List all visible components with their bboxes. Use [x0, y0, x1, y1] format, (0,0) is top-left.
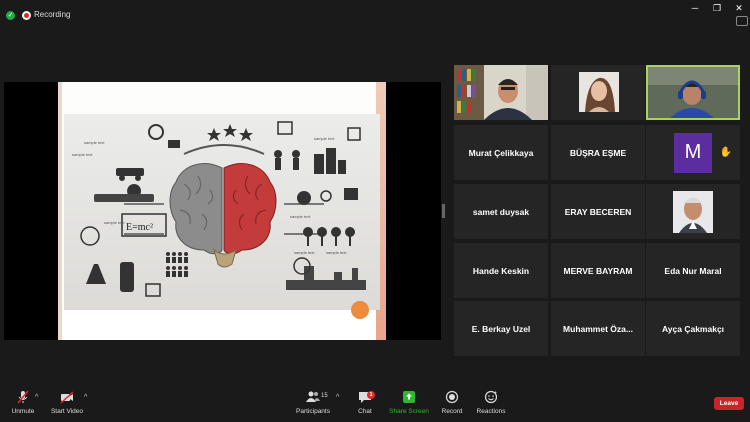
brain-infographic-graphic: E=mc² sample text sample text sample tex… [72, 121, 366, 297]
participant-tile-merve[interactable]: MERVE BAYRAM [551, 243, 645, 298]
participant-tile-hande[interactable]: Hande Keskin [454, 243, 548, 298]
leave-button[interactable]: Leave [714, 397, 744, 410]
participant-tile-berkay[interactable]: E. Berkay Uzel [454, 301, 548, 356]
zoom-meeting-window: ✓ Recording ─ ❐ ✕ E=mc² sample text samp… [0, 0, 750, 422]
record-label: Record [441, 408, 463, 415]
maximize-icon[interactable]: ❐ [706, 0, 728, 16]
chat-label: Chat [358, 408, 372, 415]
sample-text-7: sample text [326, 250, 347, 255]
video-tile-2[interactable] [551, 65, 645, 120]
close-icon[interactable]: ✕ [728, 0, 750, 16]
raise-hand-icon: ✋ [719, 147, 732, 158]
svg-text:+: + [494, 390, 497, 396]
view-options-icon[interactable] [736, 16, 748, 26]
slide-footer [62, 310, 376, 340]
recording-icon [22, 11, 31, 20]
participant-tile-eray[interactable]: ERAY BECEREN [551, 184, 645, 239]
reactions-button[interactable]: + Reactions [461, 390, 521, 415]
start-video-label: Start Video [50, 408, 84, 415]
participant-tile-busra[interactable]: BÜŞRA EŞME [551, 125, 645, 180]
participant-tile-muhammet[interactable]: Muhammet Öza... [551, 301, 645, 356]
start-video-button[interactable]: Start Video [37, 390, 97, 415]
sample-text-1: sample text [84, 140, 105, 145]
participant-tile-ayca[interactable]: Ayça Çakmakçı [646, 301, 740, 356]
slide-orange-dot [351, 301, 369, 319]
chat-unread-badge: 1 [367, 391, 375, 399]
brain-infographic: E=mc² sample text sample text sample tex… [64, 114, 380, 310]
reactions-label: Reactions [476, 408, 506, 415]
sample-text-6: sample text [294, 250, 315, 255]
shared-screen[interactable]: E=mc² sample text sample text sample tex… [4, 82, 441, 340]
presentation-slide: E=mc² sample text sample text sample tex… [58, 82, 386, 340]
participant-tile-eda[interactable]: Eda Nur Maral [646, 243, 740, 298]
encryption-shield-icon[interactable]: ✓ [6, 11, 15, 20]
meeting-toolbar: Unmute ^ Start Video ^ Participants 15 ^… [0, 384, 750, 422]
microphone-muted-icon [16, 390, 30, 404]
participant-video-headset [648, 67, 738, 118]
unmute-label: Unmute [11, 408, 35, 415]
sample-text-4: sample text [314, 136, 335, 141]
top-bar: ✓ Recording ─ ❐ ✕ [0, 0, 750, 30]
participants-button[interactable]: Participants [283, 390, 343, 415]
participant-tile-samet[interactable]: samet duysak [454, 184, 548, 239]
formula-text: E=mc² [126, 222, 153, 233]
participant-profile-photo [551, 65, 645, 120]
reactions-smiley-icon: + [484, 390, 498, 404]
participant-video-bookshelf [454, 65, 548, 120]
participants-count: 15 [321, 393, 328, 399]
slide-left-stripe [58, 82, 62, 340]
recording-label: Recording [34, 10, 71, 19]
video-tile-1[interactable] [454, 65, 548, 120]
share-screen-icon [402, 390, 416, 404]
record-icon [445, 390, 459, 404]
video-options-chevron-icon[interactable]: ^ [84, 394, 87, 401]
participants-label: Participants [296, 408, 330, 415]
window-controls: ─ ❐ ✕ [684, 0, 750, 16]
participants-icon [306, 390, 320, 404]
participant-tile-photo[interactable] [646, 184, 740, 239]
video-tile-3-active-speaker[interactable] [646, 65, 740, 120]
video-off-icon [60, 390, 74, 404]
participant-tile-murat[interactable]: Murat Çelikkaya [454, 125, 548, 180]
sample-text-3: sample text [104, 220, 125, 225]
panel-splitter-handle[interactable] [442, 204, 445, 218]
minimize-icon[interactable]: ─ [684, 0, 706, 16]
participant-profile-photo-man [673, 190, 713, 233]
participant-tile-avatar-m[interactable]: M ✋ [646, 125, 740, 180]
sample-text-2: sample text [72, 152, 93, 157]
avatar-letter: M [674, 132, 712, 173]
sample-text-5: sample text [290, 214, 311, 219]
